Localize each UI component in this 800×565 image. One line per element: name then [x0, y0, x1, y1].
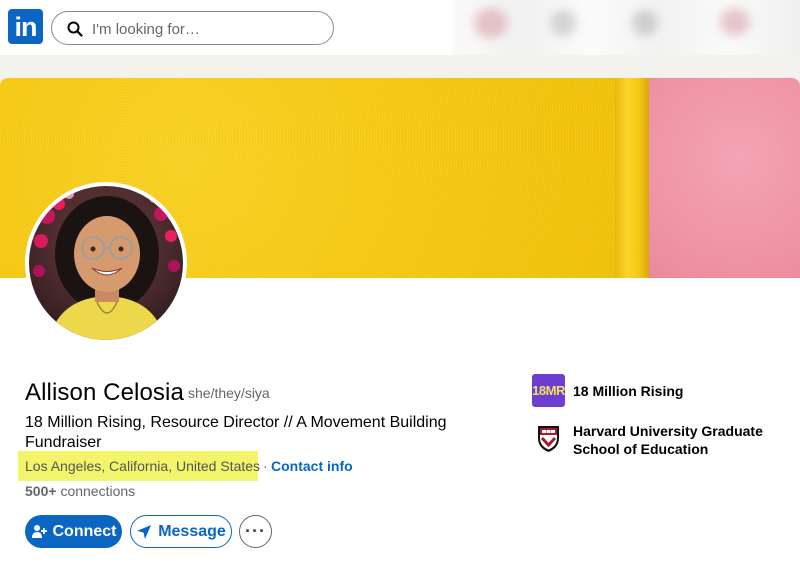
- cover-pink-wall: [649, 78, 800, 278]
- profile-headline: 18 Million Rising, Resource Director // …: [25, 414, 447, 451]
- top-nav-bar: in: [0, 0, 800, 55]
- separator-dot: ·: [263, 458, 268, 474]
- profile-photo[interactable]: [25, 182, 187, 344]
- connections-number: 500+: [25, 483, 57, 499]
- ellipsis-icon: ···: [245, 521, 266, 541]
- message-button[interactable]: Message: [130, 515, 232, 548]
- linkedin-logo[interactable]: in: [8, 9, 43, 44]
- connections-label: connections: [60, 483, 136, 499]
- message-label: Message: [158, 522, 226, 540]
- school-name: Harvard University Graduate School of Ed…: [573, 423, 763, 457]
- profile-location: Los Angeles, California, United States: [25, 458, 261, 474]
- connect-button[interactable]: Connect: [25, 515, 122, 548]
- search-icon: [67, 21, 83, 37]
- profile-pronouns: she/they/siya: [188, 385, 270, 401]
- 18mr-logo: 18MR: [532, 374, 565, 407]
- more-actions-button[interactable]: ···: [239, 515, 272, 548]
- harvard-shield-icon: [538, 426, 559, 452]
- cover-pipe: [615, 78, 649, 278]
- add-person-icon: [31, 524, 47, 538]
- profile-name: Allison Celosia: [25, 379, 184, 406]
- search-input[interactable]: [92, 19, 322, 39]
- contact-info-link[interactable]: Contact info: [271, 458, 353, 474]
- nav-icons-blurred: [452, 0, 800, 55]
- connections-count[interactable]: 500+ connections: [25, 483, 135, 499]
- current-company[interactable]: 18MR 18 Million Rising: [532, 374, 683, 407]
- send-icon: [137, 524, 152, 539]
- company-name: 18 Million Rising: [573, 383, 684, 399]
- education[interactable]: Harvard University Graduate School of Ed…: [532, 422, 773, 458]
- connect-label: Connect: [52, 522, 117, 540]
- search-box[interactable]: [51, 11, 334, 45]
- profile-card: Allison Celosia she/they/siya 18 Million…: [0, 78, 800, 565]
